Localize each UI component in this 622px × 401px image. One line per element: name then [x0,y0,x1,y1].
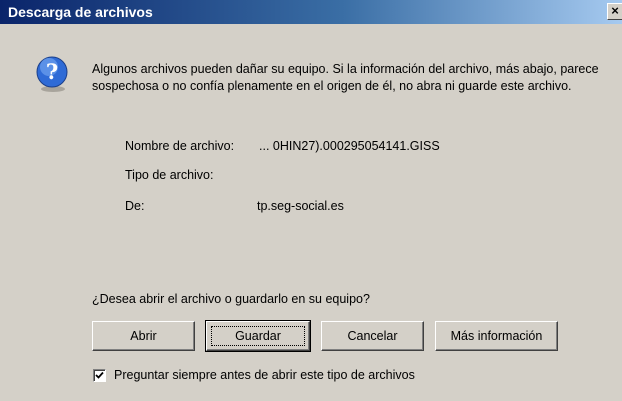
window-title: Descarga de archivos [8,4,153,20]
question-icon: ? [36,56,70,97]
close-icon: × [611,3,619,18]
open-button[interactable]: Abrir [92,321,195,351]
checkmark-icon [95,371,104,379]
file-name-value: ... 0HIN27).000295054141.GISS [259,139,440,153]
svg-text:?: ? [46,59,58,84]
warning-message: Algunos archivos pueden dañar su equipo.… [92,62,599,93]
open-or-save-question: ¿Desea abrir el archivo o guardarlo en s… [92,292,370,306]
focus-ring [211,326,305,346]
cancel-button-label: Cancelar [347,329,398,343]
title-bar[interactable]: Descarga de archivos × [0,0,622,24]
save-button[interactable]: Guardar [205,320,311,352]
cancel-button[interactable]: Cancelar [321,321,424,351]
always-ask-checkbox[interactable] [93,369,106,382]
file-type-label: Tipo de archivo: [125,168,214,182]
always-ask-label[interactable]: Preguntar siempre antes de abrir este ti… [114,368,415,382]
close-button[interactable]: × [607,3,622,20]
more-info-button[interactable]: Más información [435,321,558,351]
file-source-label: De: [125,199,145,213]
file-name-label: Nombre de archivo: [125,139,235,153]
file-source-value: tp.seg-social.es [257,199,344,213]
more-info-button-label: Más información [450,329,543,343]
open-button-label: Abrir [130,329,157,343]
